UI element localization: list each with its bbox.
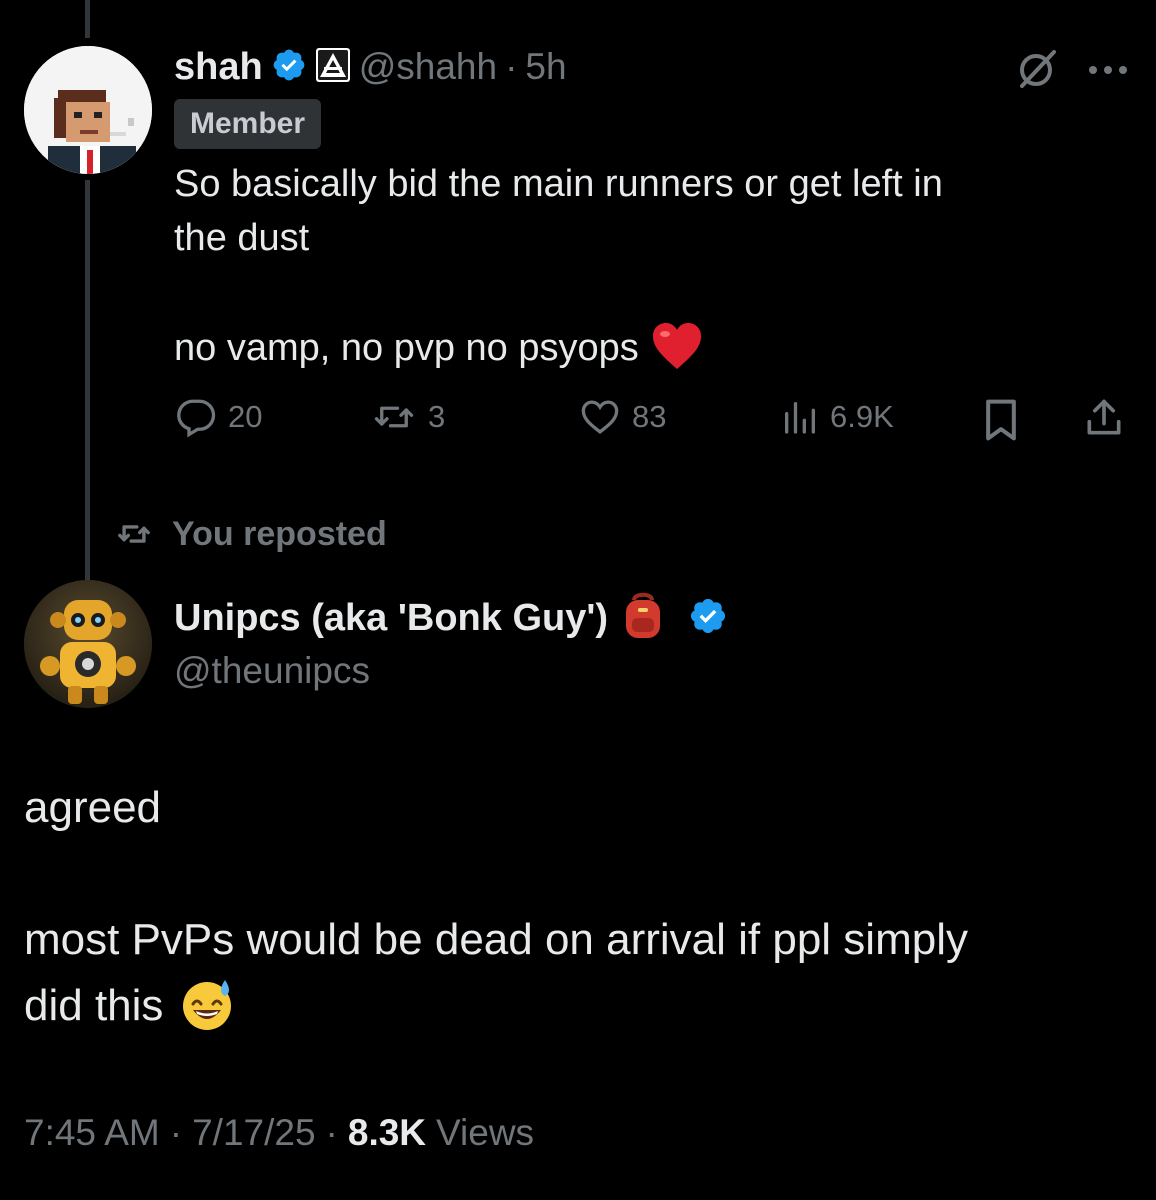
header-separator: · [505, 46, 518, 87]
repost-context-label: You reposted [172, 514, 387, 553]
reply-action[interactable]: 20 [174, 396, 262, 438]
shah-avatar[interactable] [24, 46, 152, 174]
bookmark-icon[interactable] [982, 398, 1020, 447]
tweet-views-label: Views [436, 1112, 535, 1153]
heart-emoji-icon [651, 321, 703, 376]
main-text-line-3: did this [24, 981, 164, 1030]
thread-line-top [85, 0, 90, 38]
more-icon[interactable] [1088, 62, 1128, 80]
tweet-date[interactable]: 7/17/25 [192, 1112, 315, 1154]
reply-count: 20 [228, 399, 263, 434]
like-action[interactable]: 83 [578, 396, 666, 438]
tweet-meta: 7:45 AM · 7/17/25 · 8.3K Views [24, 1110, 534, 1156]
views-action[interactable]: 6.9K [780, 396, 894, 438]
triangle-affiliate-icon[interactable] [315, 47, 351, 88]
main-text-line-3-row: did this [24, 976, 235, 1036]
tweet-views-count[interactable]: 8.3K [348, 1112, 426, 1154]
like-icon [581, 400, 619, 434]
reply-text-line-3: no vamp, no pvp no psyops [174, 326, 639, 369]
shah-display-name[interactable]: shah [174, 46, 263, 89]
unipcs-name-row: Unipcs (aka 'Bonk Guy') [174, 592, 728, 644]
like-count: 83 [632, 399, 667, 434]
reply-text-line-2: the dust [174, 217, 310, 259]
repost-icon [374, 406, 414, 428]
main-text-line-1: agreed [24, 783, 162, 832]
shah-handle[interactable]: @shahh [359, 46, 497, 88]
repost-action[interactable]: 3 [370, 396, 445, 438]
views-count: 6.9K [830, 399, 894, 434]
meta-separator-1: · [169, 1112, 183, 1153]
unipcs-avatar[interactable] [24, 580, 152, 708]
reply-text-line-1: So basically bid the main runners or get… [174, 163, 943, 205]
unipcs-display-name[interactable]: Unipcs (aka 'Bonk Guy') [174, 597, 608, 640]
views-icon [785, 402, 815, 434]
grok-slash-icon[interactable] [1016, 48, 1058, 95]
member-badge: Member [174, 99, 322, 149]
unipcs-verified-badge-icon [688, 596, 728, 641]
verified-badge-icon [271, 47, 307, 88]
shah-header: shah @shahh · 5h [174, 44, 567, 90]
thread-line-middle [85, 180, 90, 580]
backpack-emoji-icon [620, 590, 666, 647]
meta-separator-2: · [325, 1112, 338, 1153]
sweat-smile-emoji-icon [179, 976, 235, 1037]
main-text-line-2: most PvPs would be dead on arrival if pp… [24, 915, 968, 964]
share-icon[interactable] [1082, 396, 1126, 445]
repost-context[interactable]: You reposted [114, 512, 387, 556]
tweet-time[interactable]: 7:45 AM [24, 1112, 160, 1154]
repost-context-icon [118, 525, 150, 543]
reply-text-line-3-row: no vamp, no pvp no psyops [174, 322, 703, 374]
repost-count: 3 [428, 399, 446, 434]
reply-icon [177, 399, 216, 438]
shah-time[interactable]: 5h [525, 46, 566, 88]
unipcs-handle[interactable]: @theunipcs [174, 648, 370, 694]
